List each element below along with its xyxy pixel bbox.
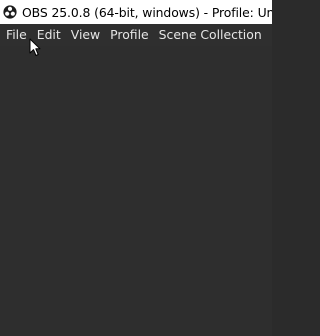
obs-main-window: OBS 25.0.8 (64-bit, windows) - Profile: …: [0, 0, 272, 336]
menu-view[interactable]: View: [66, 24, 105, 46]
main-content-area: [0, 46, 272, 336]
window-title: OBS 25.0.8 (64-bit, windows) - Profile: …: [22, 4, 272, 20]
menu-file[interactable]: File: [0, 24, 32, 46]
obs-logo-icon: [3, 5, 17, 19]
menu-profile[interactable]: Profile: [105, 24, 154, 46]
mouse-pointer-icon: [29, 38, 41, 57]
menu-scene-collection[interactable]: Scene Collection: [154, 24, 267, 46]
title-bar[interactable]: OBS 25.0.8 (64-bit, windows) - Profile: …: [0, 0, 272, 24]
